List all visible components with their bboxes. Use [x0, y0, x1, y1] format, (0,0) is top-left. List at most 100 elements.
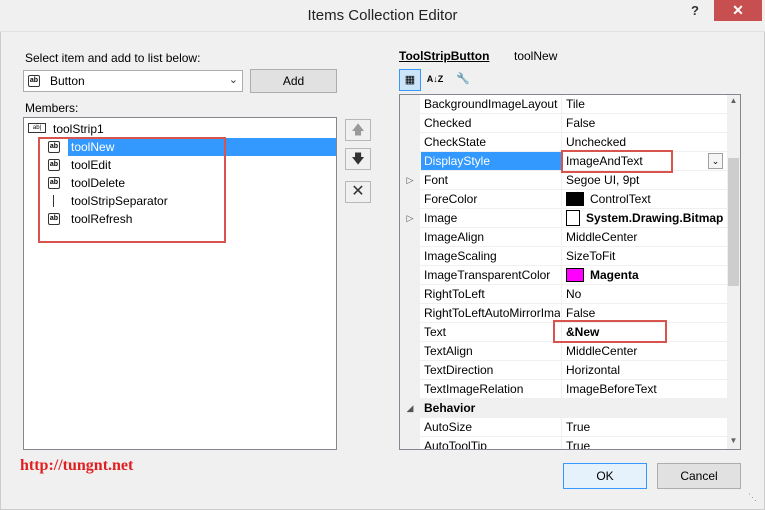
property-value-text: No [566, 287, 582, 301]
highlight-box [561, 150, 673, 173]
property-name: ImageScaling [424, 249, 497, 263]
highlight-box [553, 320, 667, 343]
alphabetical-sort-icon[interactable]: A↓Z [424, 69, 446, 91]
property-value-text: Tile [566, 97, 585, 111]
row-gutter [400, 247, 420, 266]
property-value[interactable]: System.Drawing.Bitmap [566, 210, 723, 227]
property-value-text: False [566, 306, 596, 320]
property-value-text: Segoe UI, 9pt [566, 173, 640, 187]
property-name: Behavior [424, 401, 476, 415]
move-down-icon[interactable]: 🡇 [345, 148, 371, 170]
property-pages-icon[interactable]: 🔧 [452, 69, 474, 91]
row-gutter [400, 380, 420, 399]
add-button[interactable]: Add [250, 69, 337, 93]
property-value[interactable]: Magenta [566, 267, 639, 283]
close-button[interactable]: ✕ [714, 0, 762, 21]
expand-icon[interactable]: ▷ [400, 209, 420, 228]
cancel-button[interactable]: Cancel [657, 463, 741, 489]
property-value[interactable]: Tile [566, 97, 585, 111]
property-value[interactable]: MiddleCenter [566, 344, 637, 358]
property-value[interactable]: True [566, 420, 590, 434]
row-gutter [400, 437, 420, 449]
property-grid[interactable]: BackgroundImageLayout Tile Checked False Che… [399, 94, 741, 450]
scrollbar-thumb[interactable] [728, 158, 739, 286]
column-divider [561, 247, 562, 266]
property-value[interactable]: SizeToFit [566, 249, 615, 263]
property-row[interactable]: Checked False [400, 114, 727, 133]
property-row[interactable]: AutoSize True [400, 418, 727, 437]
property-value[interactable]: Unchecked [566, 135, 626, 149]
object-name-label: toolNew [514, 49, 558, 63]
property-row[interactable]: ForeColor ControlText [400, 190, 727, 209]
row-gutter [400, 152, 420, 171]
ok-button[interactable]: OK [563, 463, 647, 489]
property-value[interactable]: MiddleCenter [566, 230, 637, 244]
property-name: RightToLeft [424, 287, 485, 301]
property-value[interactable]: No [566, 287, 581, 301]
expand-icon[interactable]: ▷ [400, 171, 420, 190]
property-row[interactable]: RightToLeft No [400, 285, 727, 304]
property-category[interactable]: ◢ Behavior [400, 399, 727, 418]
column-divider [561, 266, 562, 285]
property-value[interactable]: False [566, 116, 595, 130]
resize-grip-icon[interactable]: ⋱ [748, 492, 760, 504]
scroll-down-icon[interactable]: ▼ [728, 436, 739, 448]
property-row[interactable]: AutoToolTip True [400, 437, 727, 450]
color-swatch [566, 267, 584, 282]
property-value[interactable]: True [566, 439, 591, 450]
column-divider [561, 361, 562, 380]
property-row[interactable]: ImageTransparentColor Magenta [400, 266, 727, 285]
delete-icon[interactable]: ✕ [345, 181, 371, 203]
column-divider [561, 285, 562, 304]
item-type-combo-value: Button [50, 74, 85, 88]
property-row[interactable]: ImageScaling SizeToFit [400, 247, 727, 266]
property-value-text: Magenta [590, 268, 639, 282]
column-divider [561, 209, 562, 228]
row-gutter [400, 266, 420, 285]
property-value-text: MiddleCenter [566, 230, 638, 244]
row-gutter [400, 190, 420, 209]
move-up-icon[interactable]: 🡅 [345, 119, 371, 141]
property-name: Font [424, 173, 449, 187]
item-type-combo[interactable]: ab Button ⌄ [23, 70, 243, 92]
column-divider [561, 95, 562, 114]
help-button[interactable]: ? [680, 0, 710, 24]
property-row[interactable]: ▷ Image System.Drawing.Bitmap [400, 209, 727, 228]
column-divider [561, 437, 562, 449]
property-value[interactable]: Segoe UI, 9pt [566, 173, 639, 187]
collapse-icon[interactable]: ◢ [400, 399, 420, 418]
highlight-box [38, 137, 226, 243]
property-name: CheckState [424, 135, 487, 149]
property-row[interactable]: TextAlign MiddleCenter [400, 342, 727, 361]
tree-root-label: toolStrip1 [53, 122, 104, 136]
property-value[interactable]: Horizontal [566, 363, 620, 377]
row-gutter [400, 285, 420, 304]
property-dropdown-button[interactable]: ⌄ [708, 153, 723, 169]
property-value[interactable]: ImageBeforeText [566, 382, 657, 396]
property-value[interactable]: ControlText [566, 191, 651, 207]
property-name: TextImageRelation [424, 382, 524, 396]
column-divider [561, 228, 562, 247]
chevron-down-icon[interactable]: ⌄ [229, 73, 238, 86]
property-value[interactable]: False [566, 306, 595, 320]
property-name: AutoToolTip [424, 439, 487, 450]
property-row[interactable]: ▷ Font Segoe UI, 9pt [400, 171, 727, 190]
categorized-view-icon[interactable]: ▦ [399, 69, 421, 91]
property-name: Text [424, 325, 447, 339]
property-value-text: SizeToFit [566, 249, 616, 263]
property-row[interactable]: ImageAlign MiddleCenter [400, 228, 727, 247]
property-name: Image [424, 211, 458, 225]
property-name: TextAlign [424, 344, 473, 358]
toolstrip-icon: ab| [28, 123, 46, 133]
property-row[interactable]: BackgroundImageLayout Tile [400, 95, 727, 114]
scroll-up-icon[interactable]: ▲ [728, 96, 739, 108]
property-row[interactable]: TextDirection Horizontal [400, 361, 727, 380]
row-gutter [400, 418, 420, 437]
row-gutter [400, 342, 420, 361]
property-name: TextDirection [424, 363, 494, 377]
column-divider [561, 190, 562, 209]
property-name: ImageAlign [424, 230, 485, 244]
property-row[interactable]: TextImageRelation ImageBeforeText [400, 380, 727, 399]
row-gutter [400, 114, 420, 133]
property-value-text: True [566, 439, 591, 450]
